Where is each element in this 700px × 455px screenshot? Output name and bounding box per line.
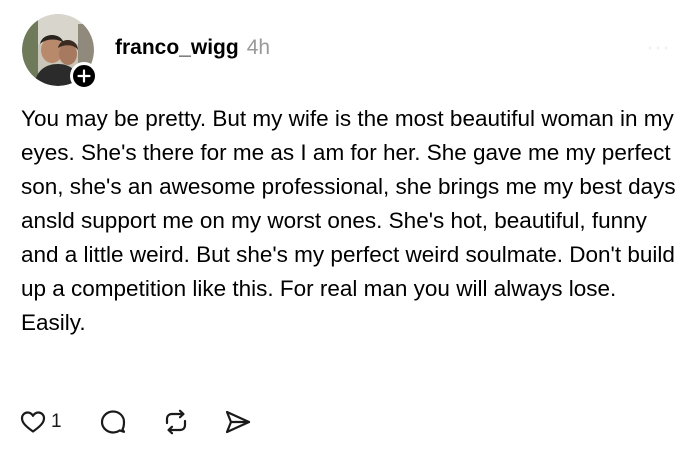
repost-icon [165,409,186,435]
more-dots-icon[interactable] [646,38,670,58]
share-button[interactable] [224,409,252,435]
send-icon [225,410,250,434]
heart-icon [20,411,46,433]
post-timestamp: 4h [246,36,271,59]
threads-post: franco_wigg 4h You may be pretty. But my… [0,0,700,455]
follow-button[interactable] [70,62,98,90]
post-actions: 1 [20,404,252,440]
username[interactable]: franco_wigg [115,36,239,60]
plus-icon [77,69,91,83]
reply-button[interactable] [100,409,126,435]
comment-icon [100,410,125,434]
like-button[interactable]: 1 [20,410,62,434]
like-count: 1 [51,411,62,432]
repost-button[interactable] [162,409,190,435]
post-body: You may be pretty. But my wife is the mo… [21,106,676,335]
post-header: franco_wigg 4h [115,36,270,60]
avatar-container[interactable] [22,14,98,90]
